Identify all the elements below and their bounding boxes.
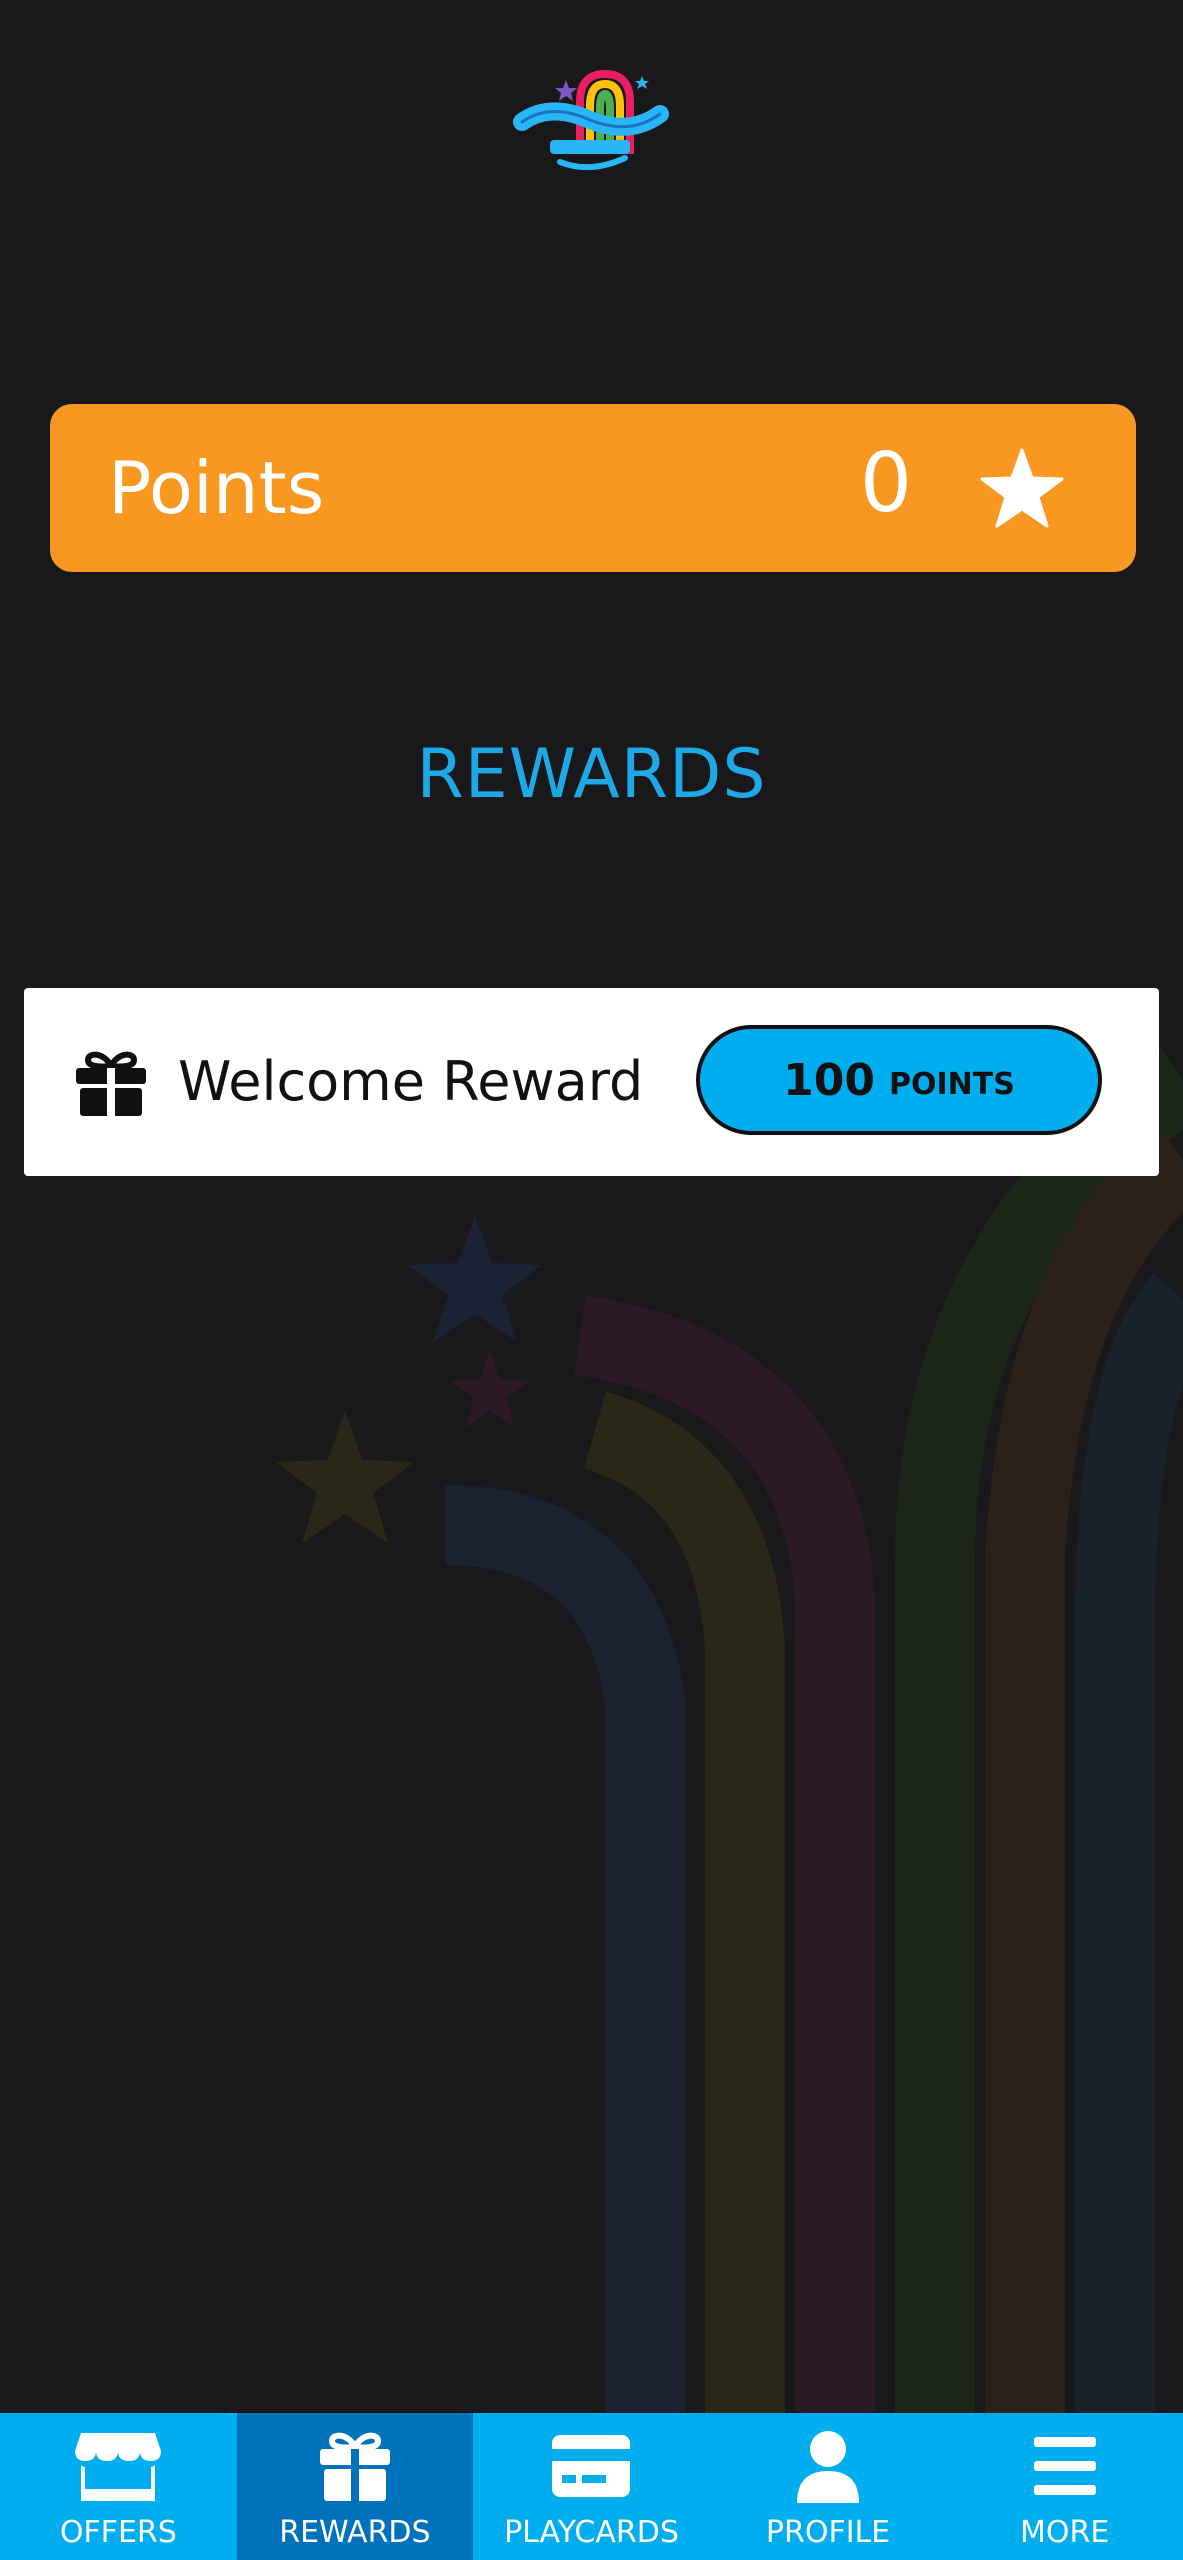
reward-points-button[interactable]: 100 POINTS: [696, 1025, 1102, 1135]
person-icon: [797, 2431, 860, 2503]
background-rainbow-art: [276, 1047, 1183, 2420]
section-title: REWARDS: [416, 735, 767, 814]
nav-label-offers: OFFERS: [59, 2515, 177, 2550]
gift-icon: [76, 1051, 146, 1116]
nav-item-playcards[interactable]: PLAYCARDS: [473, 2413, 710, 2560]
gift-icon: [319, 2432, 390, 2501]
nav-label-rewards: REWARDS: [279, 2515, 431, 2550]
reward-points-value: 100: [783, 1054, 875, 1106]
points-value: 0: [859, 436, 912, 531]
nav-label-more: MORE: [1020, 2515, 1110, 2550]
piccadilly-logo: [513, 69, 669, 171]
rewards-screen: Points 0 REWARDS Welcome Reward 100 POIN…: [0, 0, 1183, 2560]
reward-points-unit: POINTS: [889, 1066, 1015, 1102]
nav-item-profile[interactable]: PROFILE: [710, 2413, 947, 2560]
points-card: Points 0: [50, 404, 1136, 572]
reward-name: Welcome Reward: [178, 1050, 644, 1113]
nav-label-playcards: PLAYCARDS: [504, 2515, 679, 2550]
nav-label-profile: PROFILE: [765, 2515, 891, 2550]
bottom-nav: OFFERS REWARDS PLAYCARDS PROFILE MORE: [0, 2413, 1183, 2560]
menu-icon: [1033, 2437, 1096, 2495]
reward-row-welcome[interactable]: Welcome Reward 100 POINTS: [24, 988, 1159, 1176]
nav-item-rewards[interactable]: REWARDS: [236, 2413, 474, 2560]
nav-item-offers[interactable]: OFFERS: [0, 2413, 237, 2560]
nav-item-more[interactable]: MORE: [946, 2413, 1183, 2560]
card-icon: [552, 2435, 631, 2497]
store-icon: [75, 2433, 162, 2501]
star-icon: [980, 448, 1064, 528]
points-label: Points: [108, 446, 325, 530]
